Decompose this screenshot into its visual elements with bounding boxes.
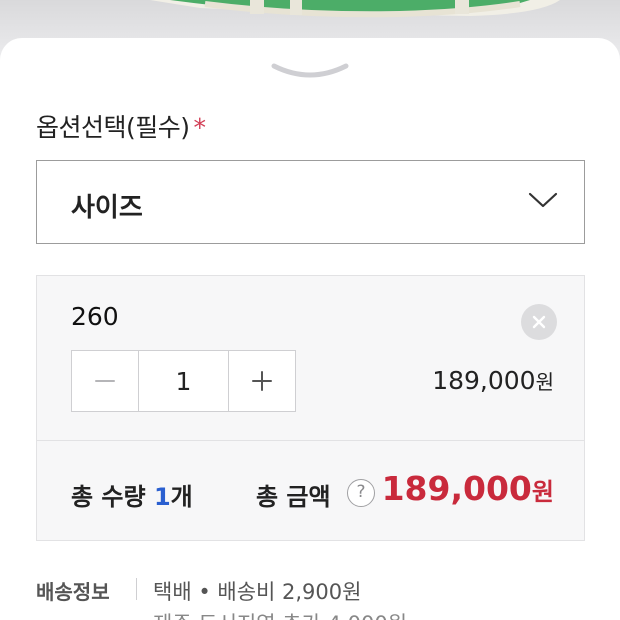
increase-quantity-button[interactable] [229, 351, 295, 411]
total-summary: 총 수량 1개 총 금액 ? 189,000원 [37, 441, 584, 542]
option-title: 옵션선택(필수) * [36, 108, 206, 144]
chevron-down-icon [528, 192, 558, 208]
total-quantity-value: 1 [153, 483, 171, 511]
quantity-stepper: 1 [71, 350, 296, 412]
item-price-currency: 원 [535, 370, 554, 394]
shipping-separator [136, 578, 137, 600]
item-price: 189,000원 [432, 366, 554, 395]
total-price: 189,000원 [382, 469, 554, 508]
total-price-currency: 원 [531, 478, 554, 506]
total-quantity-prefix: 총 수량 [71, 483, 154, 511]
shipping-info: 택배 • 배송비 2,900원 [153, 580, 362, 604]
selected-option-box: 260 1 189,000원 총 수량 1개 총 금액 ? 189,000원 [36, 275, 585, 541]
item-price-value: 189,000 [432, 366, 536, 395]
decrease-quantity-button[interactable] [72, 351, 138, 411]
option-title-text: 옵션선택(필수) [36, 113, 190, 142]
total-price-value: 189,000 [381, 469, 532, 508]
shipping-label: 배송정보 [36, 580, 110, 604]
size-select[interactable]: 사이즈 [36, 160, 585, 244]
help-icon[interactable]: ? [347, 479, 375, 507]
remove-option-button[interactable] [521, 304, 557, 340]
total-quantity-unit: 개 [170, 483, 193, 511]
total-amount-label: 총 금액 [256, 483, 331, 511]
minus-icon [95, 380, 115, 382]
shipping-extra-fee: 제주 도서지역 추가 4,000원 [153, 608, 407, 620]
sheet-collapse-handle[interactable] [270, 58, 350, 84]
chevron-down-icon [271, 63, 349, 78]
plus-icon [252, 371, 272, 391]
selected-size: 260 [71, 302, 119, 331]
quantity-value[interactable]: 1 [138, 351, 229, 411]
size-select-label: 사이즈 [71, 193, 143, 223]
required-mark: * [193, 113, 207, 142]
total-quantity: 총 수량 1개 [71, 477, 193, 512]
close-icon [532, 315, 546, 329]
